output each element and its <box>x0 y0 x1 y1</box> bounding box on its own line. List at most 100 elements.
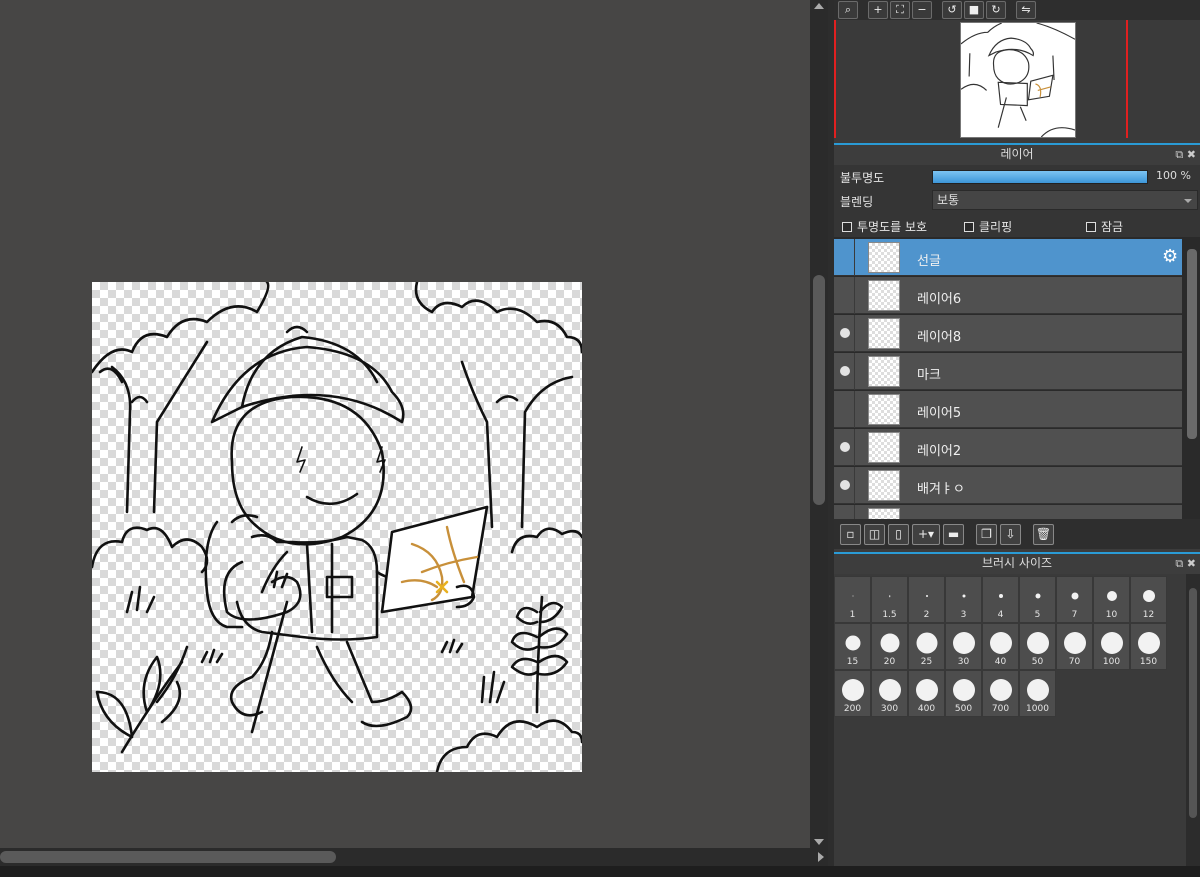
blending-value: 보통 <box>937 193 960 207</box>
navigator-toolbar: ⌕ + ⛶ − ↺ ■ ↻ ⇋ <box>834 0 1200 20</box>
right-panels: ⌕ + ⛶ − ↺ ■ ↻ ⇋ 레이어 ⧉ ✖ 불투명도 100 % 블렌딩 보… <box>834 0 1200 866</box>
brush-dot <box>1026 679 1049 701</box>
layer-row[interactable]: 레이어2 <box>834 429 1182 466</box>
visibility-icon[interactable] <box>840 328 850 338</box>
layer-list[interactable]: 선글 ⚙ 레이어6 레이어8 마크 레이어5 레이어2 배겨ㅑㅇ <box>834 237 1184 519</box>
clipping-checkbox[interactable]: 클리핑 <box>964 218 1012 235</box>
brush-size-cell[interactable]: 200 <box>834 670 871 717</box>
checkbox-icon <box>1086 221 1096 232</box>
rotate-right-icon[interactable]: ↻ <box>986 1 1006 19</box>
zoom-out-icon[interactable]: − <box>912 1 932 19</box>
layer-row[interactable]: 레이어5 <box>834 391 1182 428</box>
brush-size-cell[interactable]: 40 <box>982 623 1019 670</box>
layer-scroll-thumb[interactable] <box>1187 249 1197 439</box>
brush-size-cell[interactable]: 700 <box>982 670 1019 717</box>
navigator-view-edge <box>1126 20 1128 138</box>
checkbox-icon <box>842 221 852 232</box>
layer-row[interactable]: 레이어6 <box>834 277 1182 314</box>
brush-size-cell[interactable]: 2 <box>908 576 945 623</box>
brush-size-cell[interactable]: 50 <box>1019 623 1056 670</box>
brush-size-cell[interactable]: 1 <box>834 576 871 623</box>
flip-horizontal-icon[interactable]: ⇋ <box>1016 1 1036 19</box>
rotate-left-icon[interactable]: ↺ <box>942 1 962 19</box>
scroll-up-arrow-icon[interactable] <box>814 3 824 9</box>
visibility-icon[interactable] <box>840 480 850 490</box>
layer-row[interactable]: 배겨ㅑㅇ <box>834 467 1182 504</box>
brush-size-cell[interactable]: 150 <box>1130 623 1167 670</box>
brush-dot <box>1100 632 1123 654</box>
layer-row[interactable]: 마크 <box>834 353 1182 390</box>
layer-thumbnail <box>868 356 900 387</box>
brush-dot <box>1035 593 1040 599</box>
brush-size-cell[interactable]: 30 <box>945 623 982 670</box>
protect-alpha-label: 투명도를 보호 <box>857 220 928 234</box>
delete-layer-icon[interactable]: 🗑 <box>1033 523 1054 545</box>
horizontal-scroll-thumb[interactable] <box>0 851 336 863</box>
scroll-down-arrow-icon[interactable] <box>814 839 824 845</box>
fit-view-icon[interactable]: ⛶ <box>890 1 910 19</box>
new-folder-icon[interactable]: ▬ <box>943 523 964 545</box>
layer-row-partial[interactable] <box>834 505 1182 519</box>
layer-name: 배겨ㅑㅇ <box>917 482 965 497</box>
canvas-vertical-scrollbar[interactable] <box>810 0 828 848</box>
new-halftone-layer-icon[interactable]: ◫ <box>864 523 885 545</box>
brush-size-cell[interactable]: 500 <box>945 670 982 717</box>
lock-checkbox[interactable]: 잠금 <box>1086 218 1123 235</box>
brush-dot <box>845 635 860 651</box>
brush-size-cell[interactable]: 1000 <box>1019 670 1056 717</box>
vertical-scroll-thumb[interactable] <box>813 275 825 505</box>
panel-popout-close-icon[interactable]: ⧉ ✖ <box>1175 554 1196 573</box>
brush-size-cell[interactable]: 12 <box>1130 576 1167 623</box>
opacity-slider[interactable] <box>932 170 1148 184</box>
brush-size-cell[interactable]: 100 <box>1093 623 1130 670</box>
brush-size-cell[interactable]: 25 <box>908 623 945 670</box>
layer-thumbnail <box>868 242 900 273</box>
new-layer-icon[interactable]: ▫ <box>840 523 861 545</box>
visibility-icon[interactable] <box>840 366 850 376</box>
panel-popout-close-icon[interactable]: ⧉ ✖ <box>1175 145 1196 164</box>
brush-size-cell[interactable]: 400 <box>908 670 945 717</box>
brush-dot <box>952 632 975 654</box>
brush-size-cell[interactable]: 3 <box>945 576 982 623</box>
brush-size-cell[interactable]: 5 <box>1019 576 1056 623</box>
layer-name: 레이어2 <box>917 444 962 459</box>
add-layer-menu-icon[interactable]: +▾ <box>912 523 940 545</box>
brush-dot <box>915 679 938 701</box>
canvas-area[interactable] <box>0 0 810 848</box>
brush-dot <box>998 594 1003 598</box>
layer-row[interactable]: 레이어8 <box>834 315 1182 352</box>
brush-size-cell[interactable]: 10 <box>1093 576 1130 623</box>
brush-dot <box>989 679 1012 701</box>
canvas-horizontal-scrollbar[interactable] <box>0 848 828 866</box>
navigator-thumbnail[interactable] <box>960 22 1076 138</box>
scroll-right-arrow-icon[interactable] <box>818 852 824 862</box>
visibility-icon[interactable] <box>840 442 850 452</box>
new-1bit-layer-icon[interactable]: ▯ <box>888 523 909 545</box>
layer-panel-header: 레이어 ⧉ ✖ <box>834 143 1200 165</box>
brush-scroll-thumb[interactable] <box>1189 588 1197 818</box>
brush-panel-scrollbar[interactable] <box>1186 574 1200 866</box>
brush-dot <box>1026 632 1049 654</box>
rotate-reset-icon[interactable]: ■ <box>964 1 984 19</box>
layer-list-scrollbar[interactable] <box>1184 237 1200 519</box>
brush-size-cell[interactable]: 7 <box>1056 576 1093 623</box>
navigator-panel[interactable] <box>834 20 1200 140</box>
merge-layer-icon[interactable]: ⇩ <box>1000 523 1021 545</box>
brush-size-cell[interactable]: 15 <box>834 623 871 670</box>
layer-row[interactable]: 선글 ⚙ <box>834 239 1182 276</box>
brush-size-cell[interactable]: 20 <box>871 623 908 670</box>
zoom-reset-icon[interactable]: ⌕ <box>838 1 858 19</box>
brush-size-cell[interactable]: 4 <box>982 576 1019 623</box>
protect-alpha-checkbox[interactable]: 투명도를 보호 <box>842 218 927 235</box>
layer-name: 마크 <box>917 368 941 383</box>
duplicate-layer-icon[interactable]: ❐ <box>976 523 997 545</box>
gear-icon[interactable]: ⚙ <box>1162 248 1180 266</box>
zoom-in-icon[interactable]: + <box>868 1 888 19</box>
blending-select[interactable]: 보통 <box>932 190 1198 210</box>
brush-size-cell[interactable]: 1.5 <box>871 576 908 623</box>
brush-size-cell[interactable]: 300 <box>871 670 908 717</box>
brush-size-cell[interactable]: 70 <box>1056 623 1093 670</box>
artwork-canvas[interactable] <box>92 282 582 772</box>
brush-dot <box>888 595 891 597</box>
layer-name: 레이어8 <box>917 330 962 345</box>
